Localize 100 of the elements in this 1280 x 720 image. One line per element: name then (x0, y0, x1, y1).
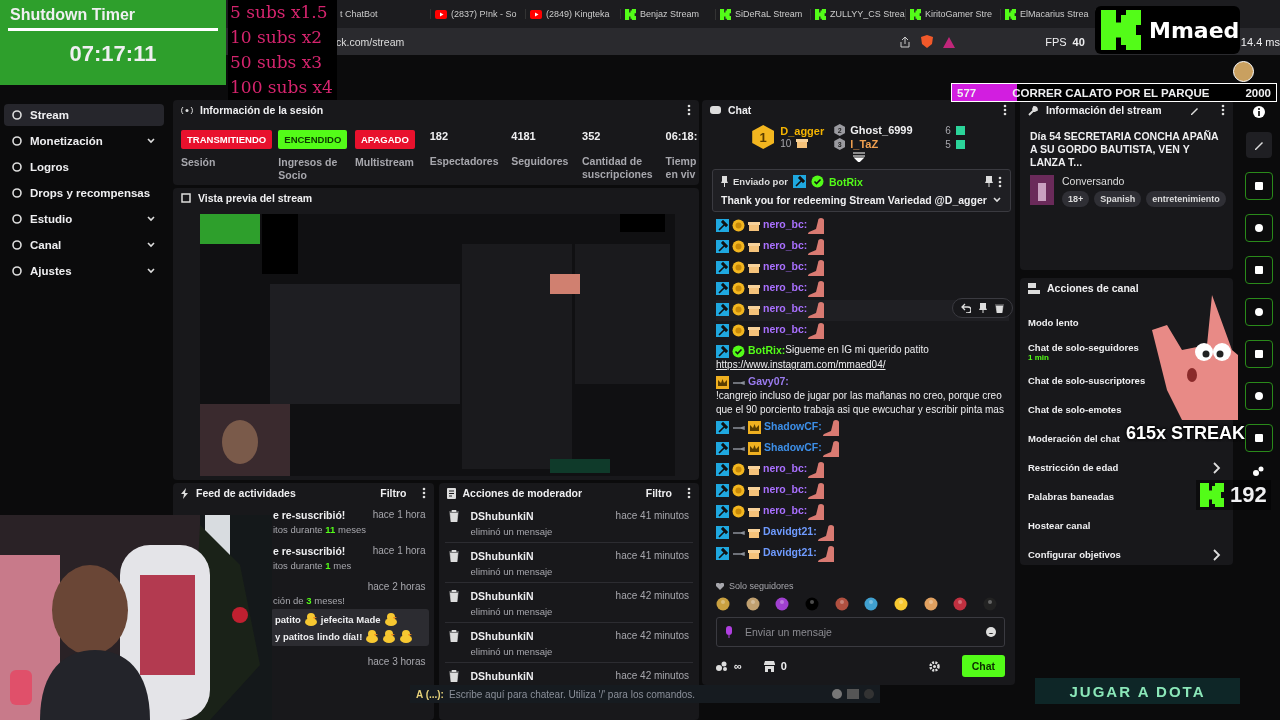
hammer-icon (716, 463, 729, 476)
trash-icon (448, 630, 459, 642)
chat-username[interactable]: nero_bc: (763, 260, 808, 273)
channel-action[interactable]: Configurar objetivos (1028, 549, 1121, 560)
sidebar-item[interactable]: Monetización (4, 130, 164, 152)
address-bar[interactable]: ck.com/stream (336, 35, 890, 48)
activity-title: e re-suscribió! (273, 545, 346, 557)
message-input[interactable]: Enviar un mensaje (743, 625, 976, 639)
filter-button[interactable]: Filtro (645, 487, 672, 499)
chat-username[interactable]: nero_bc: (763, 462, 808, 475)
chat-username[interactable]: ShadowCF: (764, 420, 822, 433)
sidebar-item[interactable]: Estudio (4, 208, 164, 230)
emote-icon (807, 238, 825, 255)
emote-icon[interactable] (893, 597, 908, 611)
channel-action[interactable]: Chat de solo-seguidores (1028, 341, 1139, 353)
sidebar-item[interactable]: Ajustes (4, 260, 164, 282)
emote-icon[interactable] (834, 597, 849, 611)
sidebar-item[interactable]: Stream (4, 104, 164, 126)
panel-title: Chat (728, 104, 753, 116)
collapse-icon[interactable] (852, 152, 865, 162)
chat-username[interactable]: BotRix: (748, 344, 786, 356)
moderator-name: DShubunkiN (470, 630, 535, 642)
pinned-user: BotRix (828, 175, 864, 188)
chat-link[interactable]: https://www.instagram.com/mmaed04/ (716, 358, 886, 372)
channel-action[interactable]: Restricción de edad (1028, 462, 1119, 473)
wrench-button[interactable] (1245, 424, 1273, 452)
chevron-icon (146, 266, 156, 276)
chat-username[interactable]: Davidgt21: (763, 546, 817, 559)
pin-icon[interactable] (979, 303, 987, 313)
nav-icon (12, 162, 22, 172)
emote-icon[interactable] (864, 597, 879, 611)
info-icon[interactable] (1253, 106, 1265, 118)
sidebar-item[interactable]: Drops y recompensas (4, 182, 164, 204)
edit-button[interactable] (1246, 132, 1272, 158)
chat-button[interactable]: Chat (961, 655, 1005, 677)
tag-chip[interactable]: 18+ (1062, 191, 1090, 207)
chat-username[interactable]: nero_bc: (763, 302, 808, 315)
bolt-button[interactable] (1245, 214, 1273, 242)
triangle-icon[interactable] (943, 35, 956, 48)
channel-action[interactable]: Hostear canal (1028, 520, 1091, 531)
chat-username[interactable]: nero_bc: (763, 323, 808, 336)
emote-icon[interactable] (923, 597, 938, 611)
shield-icon[interactable] (921, 35, 934, 48)
browser-tab[interactable]: SiDeRaL Stream (716, 8, 811, 20)
chat-username[interactable]: nero_bc: (763, 483, 808, 496)
more-icon[interactable] (421, 487, 426, 499)
channel-action[interactable]: Chat de solo-emotes (1028, 404, 1122, 415)
tab-logo-icon (910, 8, 921, 20)
tag-chip[interactable]: Spanish (1094, 191, 1142, 207)
browser-tab[interactable]: (2849) Kingteka (526, 9, 621, 19)
focus-button[interactable] (1245, 172, 1273, 200)
chat-username[interactable]: nero_bc: (763, 218, 808, 231)
chat-username[interactable]: Gavy07: (748, 375, 789, 387)
channel-action[interactable]: Modo lento (1028, 317, 1079, 328)
store-icon[interactable] (763, 660, 775, 672)
share-icon[interactable] (899, 35, 912, 48)
more-icon[interactable] (1003, 104, 1007, 116)
chat-username[interactable]: nero_bc: (763, 239, 808, 252)
moderation-action: eliminó un mensaje (470, 566, 554, 577)
sidebar-item[interactable]: Logros (4, 156, 164, 178)
sidebar-item[interactable]: Canal (4, 234, 164, 256)
chat-username[interactable]: ShadowCF: (764, 441, 822, 454)
settings-icon[interactable] (928, 660, 940, 672)
channel-action[interactable]: Palabras baneadas (1028, 491, 1115, 502)
hammer-icon (716, 282, 729, 295)
category-thumbnail (1030, 175, 1054, 205)
more-icon[interactable] (687, 104, 691, 116)
channel-action[interactable]: Moderación del chat (1028, 433, 1120, 444)
filter-button[interactable]: Filtro (380, 487, 407, 499)
more-icon[interactable] (1221, 104, 1225, 116)
chat-username[interactable]: nero_bc: (763, 281, 808, 294)
reply-icon[interactable] (961, 303, 971, 313)
emote-icon[interactable] (745, 597, 760, 611)
browser-tab[interactable]: ZULLYY_CS Strea (811, 8, 906, 20)
browser-tab[interactable]: (2837) P!nk - So (431, 9, 526, 19)
pin-icon[interactable] (985, 176, 993, 187)
emote-icon[interactable] (716, 597, 730, 611)
trash-icon (448, 510, 459, 522)
chat-username[interactable]: Davidgt21: (763, 525, 817, 538)
more-icon[interactable] (687, 487, 691, 499)
points-icon[interactable] (1253, 466, 1265, 476)
tag-chip[interactable]: entretenimiento (1146, 191, 1226, 207)
smiley-icon[interactable] (986, 627, 996, 637)
browser-tab[interactable]: Benjaz Stream (621, 8, 716, 20)
browser-tab[interactable]: KiritoGamer Stre (906, 8, 1001, 20)
avatar-icon[interactable] (1233, 61, 1254, 82)
category-name[interactable]: Conversando (1062, 175, 1226, 187)
note-button[interactable] (1245, 256, 1273, 284)
chat-button[interactable] (1245, 340, 1273, 368)
chat-username[interactable]: nero_bc: (763, 504, 808, 517)
trash-icon[interactable] (995, 303, 1004, 313)
status-tag: ENCENDIDO (278, 130, 348, 149)
channel-action[interactable]: Chat de solo-suscriptores (1028, 375, 1146, 386)
gift-count: 10 (780, 137, 792, 149)
message-field[interactable]: Enviar un mensaje (716, 617, 1005, 647)
emote-icon[interactable] (775, 597, 790, 611)
chat-button[interactable] (1245, 382, 1273, 410)
chat-button[interactable] (1245, 298, 1273, 326)
edit-icon[interactable] (1190, 105, 1199, 115)
more-icon[interactable] (998, 175, 1002, 188)
